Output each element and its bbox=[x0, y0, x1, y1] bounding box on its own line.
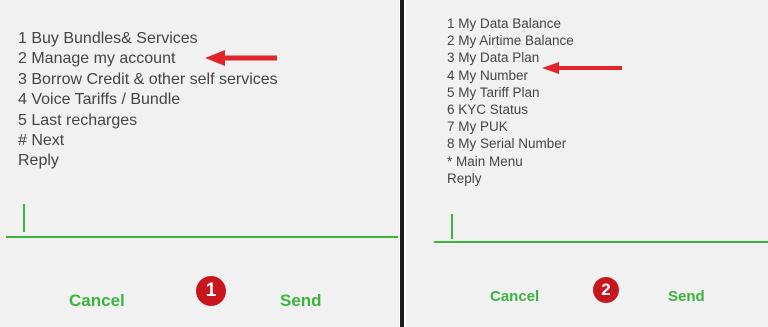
cancel-button[interactable]: Cancel bbox=[69, 291, 125, 311]
menu-option-airtime-balance: 2 My Airtime Balance bbox=[447, 33, 574, 49]
reply-label: Reply bbox=[18, 152, 59, 170]
menu-option-voice-tariffs: 4 Voice Tariffs / Bundle bbox=[18, 91, 181, 109]
menu-option-tariff-plan: 5 My Tariff Plan bbox=[447, 84, 540, 100]
reply-input[interactable] bbox=[6, 236, 398, 238]
menu-option-my-puk: 7 My PUK bbox=[447, 119, 508, 135]
menu-option-kyc-status: 6 KYC Status bbox=[447, 102, 529, 118]
menu-option-data-balance: 1 My Data Balance bbox=[447, 16, 562, 31]
send-button[interactable]: Send bbox=[280, 291, 322, 311]
menu-option-borrow-credit: 3 Borrow Credit & other self services bbox=[18, 70, 278, 88]
text-cursor bbox=[451, 214, 453, 239]
arrow-left-icon bbox=[205, 50, 277, 66]
reply-label: Reply bbox=[447, 170, 482, 186]
text-cursor bbox=[23, 204, 25, 232]
reply-input[interactable] bbox=[434, 241, 768, 243]
ussd-dialog-right: 1 My Data Balance 2 My Airtime Balance 3… bbox=[406, 0, 768, 327]
step-badge: 2 bbox=[593, 277, 619, 303]
ussd-dialog-left: 1 Buy Bundles& Services 2 Manage my acco… bbox=[0, 0, 399, 327]
menu-option-main-menu: * Main Menu bbox=[447, 153, 523, 169]
cancel-button[interactable]: Cancel bbox=[490, 288, 539, 305]
ussd-menu: 1 My Data Balance 2 My Airtime Balance 3… bbox=[447, 15, 574, 187]
menu-option-buy-bundles: 1 Buy Bundles& Services bbox=[18, 30, 198, 47]
send-button[interactable]: Send bbox=[668, 288, 705, 305]
menu-option-last-recharges: 5 Last recharges bbox=[18, 111, 138, 129]
arrow-left-icon bbox=[542, 62, 622, 74]
panel-divider bbox=[400, 0, 404, 327]
step-badge: 1 bbox=[196, 276, 226, 306]
menu-option-serial-number: 8 My Serial Number bbox=[447, 136, 567, 152]
menu-option-next: # Next bbox=[18, 132, 65, 150]
